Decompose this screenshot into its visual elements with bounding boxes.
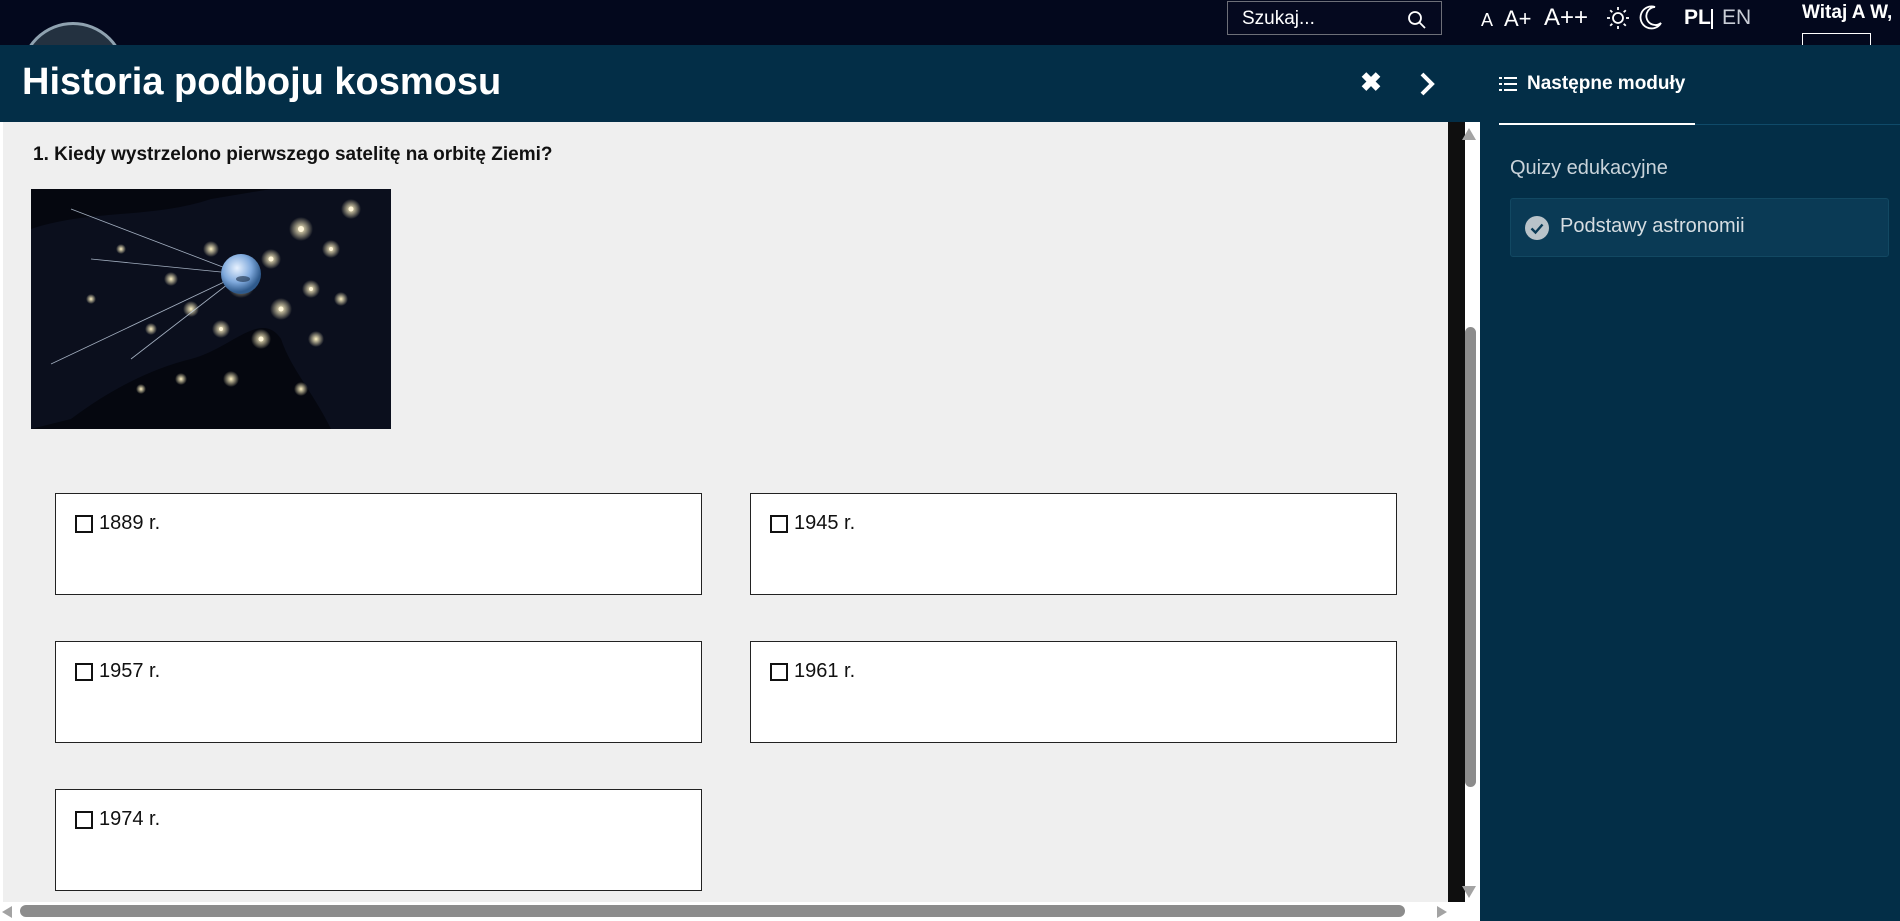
list-icon [1499, 77, 1517, 91]
scroll-up-icon[interactable] [1462, 128, 1476, 140]
answer-label: 1945 r. [794, 512, 856, 534]
close-button[interactable]: ✖ [1358, 65, 1384, 99]
answer-checkbox[interactable] [75, 515, 93, 533]
answer-label: 1889 r. [99, 512, 161, 534]
page-title: Historia podboju kosmosu [22, 61, 502, 103]
answer-option[interactable]: 1974 r. [55, 789, 702, 891]
question-image [31, 189, 391, 429]
tab-next-modules[interactable]: Następne moduły [1499, 73, 1685, 95]
answer-checkbox[interactable] [75, 811, 93, 829]
sidebar-item-podstawy-astronomii[interactable]: Podstawy astronomii [1510, 198, 1889, 257]
language-separator [1711, 9, 1713, 29]
font-size-normal[interactable]: A [1481, 10, 1493, 31]
section-title: Quizy edukacyjne [1510, 157, 1668, 179]
check-circle-icon [1525, 216, 1549, 240]
search-icon[interactable] [1407, 10, 1427, 30]
quiz-panel: 1. Kiedy wystrzelono pierwszego satelitę… [3, 122, 1448, 902]
tab-divider [1695, 124, 1900, 125]
answer-label: 1974 r. [99, 808, 161, 830]
answer-option[interactable]: 1961 r. [750, 641, 1397, 743]
moon-icon[interactable] [1638, 4, 1664, 30]
chevron-right-icon[interactable] [1414, 69, 1440, 99]
quiz-content: 1. Kiedy wystrzelono pierwszego satelitę… [0, 122, 1480, 921]
active-tab-underline [1499, 123, 1695, 125]
answer-option[interactable]: 1957 r. [55, 641, 702, 743]
scroll-down-icon[interactable] [1462, 886, 1476, 898]
scrollbar-track-edge [1448, 122, 1465, 902]
sun-icon[interactable] [1606, 6, 1630, 30]
answer-checkbox[interactable] [75, 663, 93, 681]
answer-label: 1957 r. [99, 660, 161, 682]
search-input[interactable] [1240, 6, 1404, 32]
scroll-left-icon[interactable] [2, 906, 12, 918]
vertical-scrollbar[interactable] [1448, 122, 1480, 902]
language-pl[interactable]: PL [1684, 6, 1711, 30]
scroll-right-icon[interactable] [1437, 906, 1447, 918]
horizontal-scrollbar[interactable] [0, 902, 1448, 921]
answer-label: 1961 r. [794, 660, 856, 682]
user-greeting: Witaj A W, [1802, 2, 1893, 23]
answer-option[interactable]: 1945 r. [750, 493, 1397, 595]
horizontal-scroll-thumb[interactable] [20, 905, 1405, 917]
question-text: 1. Kiedy wystrzelono pierwszego satelitę… [33, 144, 553, 165]
answer-option[interactable]: 1889 r. [55, 493, 702, 595]
tab-label: Następne moduły [1527, 73, 1686, 94]
font-size-large[interactable]: A+ [1504, 6, 1532, 32]
close-icon: ✖ [1360, 67, 1382, 97]
top-bar: A A+ A++ PL EN Witaj A W, [0, 0, 1900, 128]
vertical-scroll-thumb[interactable] [1465, 327, 1476, 787]
module-header: Historia podboju kosmosu ✖ [0, 45, 1480, 122]
sidebar: Następne moduły Quizy edukacyjne Podstaw… [1480, 45, 1900, 921]
font-size-xlarge[interactable]: A++ [1544, 4, 1588, 32]
module-label: Podstawy astronomii [1560, 215, 1745, 237]
answer-checkbox[interactable] [770, 663, 788, 681]
language-en[interactable]: EN [1722, 6, 1751, 30]
search-box [1227, 1, 1442, 35]
answer-checkbox[interactable] [770, 515, 788, 533]
